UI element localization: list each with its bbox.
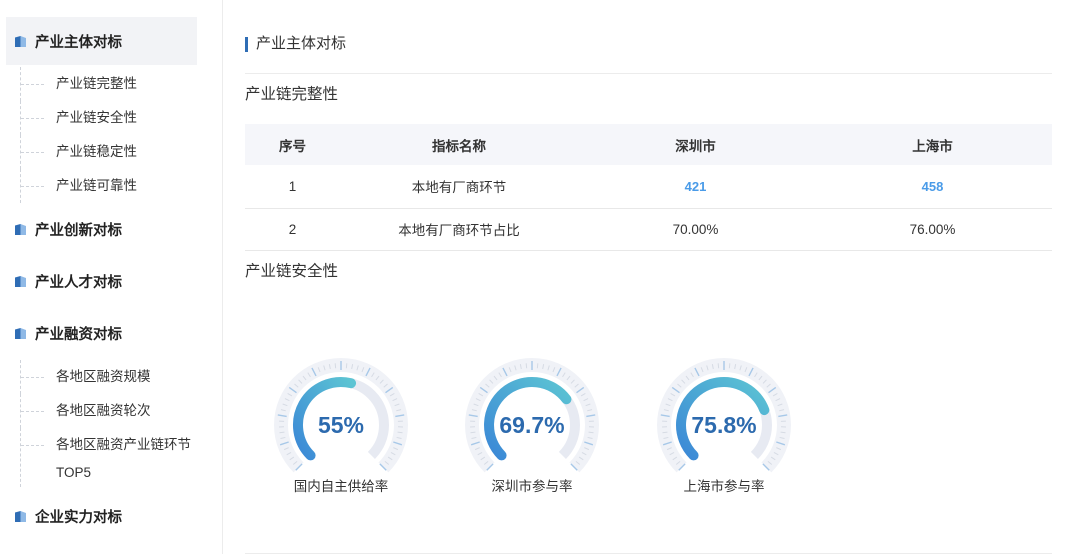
cell-index: 2 xyxy=(245,208,340,251)
section-accent-bar xyxy=(245,37,248,52)
nav-item-label: 各地区融资轮次 xyxy=(56,403,151,418)
nav-item-financing-rounds[interactable]: 各地区融资轮次 xyxy=(0,394,222,428)
nav-group-label: 产业融资对标 xyxy=(35,326,122,343)
cell-shanghai-value: 76.00% xyxy=(813,208,1052,251)
table-header-row: 序号 指标名称 深圳市 上海市 xyxy=(245,124,1052,165)
nav-group-label: 企业实力对标 xyxy=(35,509,122,526)
nav-item-chain-security[interactable]: 产业链安全性 xyxy=(0,101,222,135)
book-icon xyxy=(15,275,26,287)
column-header-indicator: 指标名称 xyxy=(340,124,578,165)
nav-item-chain-reliability[interactable]: 产业链可靠性 xyxy=(0,169,222,203)
nav-item-label: 产业链完整性 xyxy=(56,76,137,91)
book-icon xyxy=(15,35,26,47)
gauge-shenzhen-participation-rate: 69.7% 深圳市参与率 xyxy=(452,345,612,505)
sidebar-nav: 产业主体对标 产业链完整性 产业链安全性 产业链稳定性 产业链可靠性 产业创新对… xyxy=(0,0,223,554)
chain-completeness-table: 序号 指标名称 深圳市 上海市 1 本地有厂商环节 421 458 2 本地有厂… xyxy=(245,124,1052,251)
cell-shenzhen-value-link[interactable]: 421 xyxy=(578,165,813,209)
gauge-label: 国内自主供给率 xyxy=(293,479,389,494)
nav-group-innovation[interactable]: 产业创新对标 xyxy=(6,205,197,253)
cell-shenzhen-value: 70.00% xyxy=(578,208,813,251)
book-icon xyxy=(15,327,26,339)
gauge-shanghai-participation-rate: 75.8% 上海市参与率 xyxy=(644,345,804,505)
nav-group-label: 产业创新对标 xyxy=(35,222,122,239)
nav-item-label: 产业链可靠性 xyxy=(56,178,137,193)
nav-sublist-financing: 各地区融资规模 各地区融资轮次 各地区融资产业链环节TOP5 xyxy=(0,360,222,487)
nav-item-label: 产业链稳定性 xyxy=(56,144,137,159)
completeness-title: 产业链完整性 xyxy=(245,86,339,103)
security-title: 产业链安全性 xyxy=(245,263,339,280)
divider xyxy=(245,73,1052,74)
nav-item-label: 各地区融资规模 xyxy=(56,369,151,384)
column-header-shanghai: 上海市 xyxy=(813,124,1052,165)
column-header-shenzhen: 深圳市 xyxy=(578,124,813,165)
nav-group-enterprise-strength[interactable]: 企业实力对标 xyxy=(6,492,197,540)
nav-group-label: 产业主体对标 xyxy=(35,34,122,51)
nav-group-financing[interactable]: 产业融资对标 xyxy=(6,309,197,357)
gauge-value: 55% xyxy=(317,412,365,438)
nav-item-label: 各地区融资产业链环节TOP5 xyxy=(56,437,191,480)
page-title: 产业主体对标 xyxy=(256,35,347,52)
gauge-domestic-supply-rate: 55% 国内自主供给率 xyxy=(261,345,421,505)
nav-item-chain-stability[interactable]: 产业链稳定性 xyxy=(0,135,222,169)
column-header-index: 序号 xyxy=(245,124,340,165)
nav-group-talent[interactable]: 产业人才对标 xyxy=(6,257,197,305)
nav-group-industry-entity[interactable]: 产业主体对标 xyxy=(6,17,197,65)
table-row: 1 本地有厂商环节 421 458 xyxy=(245,165,1052,209)
gauge-label: 上海市参与率 xyxy=(683,479,765,494)
gauge-label: 深圳市参与率 xyxy=(491,479,573,494)
book-icon xyxy=(15,223,26,235)
nav-item-label: 产业链安全性 xyxy=(56,110,137,125)
gauge-value: 75.8% xyxy=(691,412,757,438)
cell-shanghai-value-link[interactable]: 458 xyxy=(813,165,1052,209)
nav-item-financing-scale[interactable]: 各地区融资规模 xyxy=(0,360,222,394)
nav-item-financing-chain-top5[interactable]: 各地区融资产业链环节TOP5 xyxy=(0,428,222,487)
book-icon xyxy=(15,510,26,522)
nav-item-chain-completeness[interactable]: 产业链完整性 xyxy=(0,67,222,101)
table-row: 2 本地有厂商环节占比 70.00% 76.00% xyxy=(245,208,1052,251)
cell-index: 1 xyxy=(245,165,340,209)
cell-indicator-name: 本地有厂商环节占比 xyxy=(340,208,578,251)
nav-sublist-industry-entity: 产业链完整性 产业链安全性 产业链稳定性 产业链可靠性 xyxy=(0,67,222,203)
cell-indicator-name: 本地有厂商环节 xyxy=(340,165,578,209)
nav-group-label: 产业人才对标 xyxy=(35,274,122,291)
gauge-value: 69.7% xyxy=(499,412,565,438)
